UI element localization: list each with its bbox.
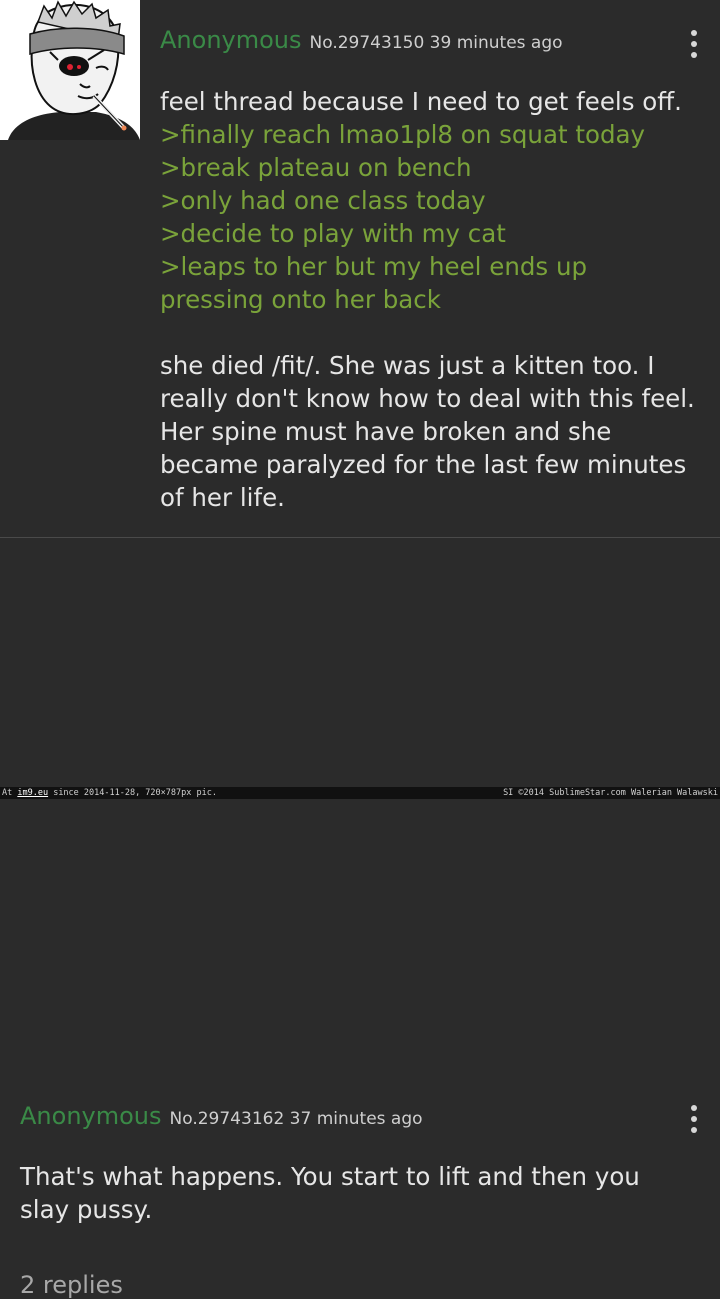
watermark-prefix: At bbox=[2, 788, 18, 798]
text-line: That's what happens. You start to lift a… bbox=[20, 1162, 640, 1191]
watermark-bar: At im9.eu since 2014-11-28, 720×787px pi… bbox=[0, 787, 720, 799]
greentext-line: >finally reach lmao1pl8 on squat today bbox=[160, 120, 646, 149]
more-vertical-icon[interactable] bbox=[689, 1105, 699, 1139]
post-number[interactable]: No.29743150 bbox=[310, 33, 425, 53]
feels-guy-avatar-icon bbox=[0, 0, 140, 140]
post-header: Anonymous No.29743162 37 minutes ago bbox=[20, 1102, 423, 1130]
watermark-left: At im9.eu since 2014-11-28, 720×787px pi… bbox=[2, 787, 217, 799]
post-body: That's what happens. You start to lift a… bbox=[20, 1160, 640, 1226]
text-line: really don't know how to deal with this … bbox=[160, 384, 695, 413]
more-vertical-icon[interactable] bbox=[689, 30, 699, 64]
watermark-suffix: since 2014-11-28, 720×787px pic. bbox=[48, 788, 217, 798]
watermark-site-link[interactable]: im9.eu bbox=[17, 788, 48, 798]
post-time: 37 minutes ago bbox=[289, 1109, 423, 1129]
greentext-line: >break plateau on bench bbox=[160, 153, 472, 182]
watermark-right: SI ©2014 SublimeStar.com Walerian Walaws… bbox=[503, 788, 718, 798]
greentext-line: >decide to play with my cat bbox=[160, 219, 506, 248]
text-line: of her life. bbox=[160, 483, 285, 512]
greentext-line: >leaps to her but my heel ends up bbox=[160, 252, 588, 281]
text-line: she died /fit/. She was just a kitten to… bbox=[160, 351, 655, 380]
post-body: feel thread because I need to get feels … bbox=[160, 85, 695, 514]
greentext-line: pressing onto her back bbox=[160, 285, 441, 314]
text-line: became paralyzed for the last few minute… bbox=[160, 450, 687, 479]
poster-name[interactable]: Anonymous bbox=[160, 26, 302, 54]
post-time: 39 minutes ago bbox=[429, 33, 563, 53]
text-line: slay pussy. bbox=[20, 1195, 153, 1224]
post-header: Anonymous No.29743150 39 minutes ago bbox=[160, 26, 563, 54]
avatar-thumbnail[interactable] bbox=[0, 0, 140, 140]
text-line: Her spine must have broken and she bbox=[160, 417, 612, 446]
poster-name[interactable]: Anonymous bbox=[20, 1102, 162, 1130]
text-line: feel thread because I need to get feels … bbox=[160, 87, 682, 116]
replies-link[interactable]: 2 replies bbox=[20, 1271, 123, 1299]
greentext-line: >only had one class today bbox=[160, 186, 486, 215]
post-op: Anonymous No.29743150 39 minutes ago feel… bbox=[0, 0, 720, 538]
post-number[interactable]: No.29743162 bbox=[170, 1109, 285, 1129]
